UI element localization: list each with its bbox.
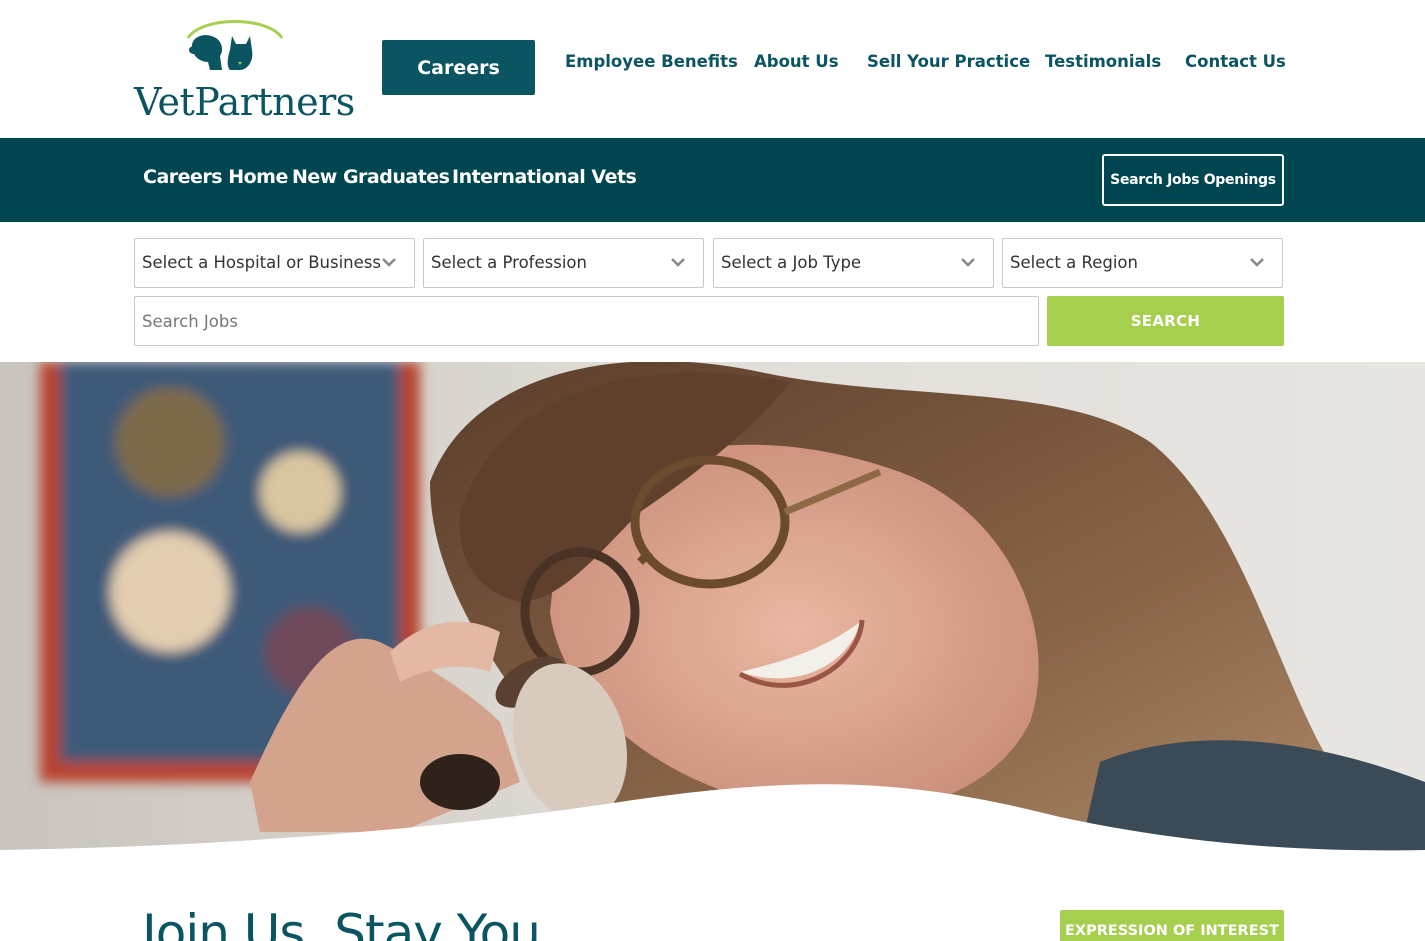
- nav-contact-us[interactable]: Contact Us: [1185, 52, 1286, 71]
- subnav-new-graduates[interactable]: New Graduates: [292, 166, 450, 188]
- job-type-select[interactable]: Select a Job Type: [713, 238, 994, 288]
- nav-sell-your-practice[interactable]: Sell Your Practice: [867, 52, 1030, 71]
- careers-button[interactable]: Careers: [382, 40, 535, 95]
- nav-employee-benefits[interactable]: Employee Benefits: [565, 52, 738, 71]
- nav-about-us[interactable]: About Us: [754, 52, 839, 71]
- chevron-down-icon: [382, 258, 396, 267]
- nav-testimonials[interactable]: Testimonials: [1045, 52, 1161, 71]
- pets-logo-icon: [186, 20, 284, 70]
- region-select-label: Select a Region: [1010, 253, 1138, 272]
- vetpartners-logo[interactable]: VetPartners: [134, 16, 355, 124]
- careers-subnav: Careers Home New Graduates International…: [0, 138, 1425, 222]
- search-button[interactable]: SEARCH: [1047, 296, 1284, 346]
- expression-of-interest-button[interactable]: EXPRESSION OF INTEREST: [1060, 910, 1284, 941]
- top-nav: Employee Benefits About Us Sell Your Pra…: [565, 52, 1286, 78]
- search-jobs-openings-button[interactable]: Search Jobs Openings: [1102, 154, 1284, 206]
- profession-select-label: Select a Profession: [431, 253, 587, 272]
- page-title: Join Us. Stay You: [142, 904, 541, 941]
- hero-image: [0, 362, 1425, 852]
- site-header: VetPartners Careers Employee Benefits Ab…: [0, 0, 1425, 138]
- hospital-select[interactable]: Select a Hospital or Business: [134, 238, 415, 288]
- hero-photo-icon: [0, 362, 1425, 852]
- job-filters: Select a Hospital or Business Select a P…: [0, 222, 1425, 362]
- chevron-down-icon: [671, 258, 685, 267]
- subnav-careers-home[interactable]: Careers Home: [143, 166, 288, 188]
- chevron-down-icon: [961, 258, 975, 267]
- search-jobs-input[interactable]: [134, 296, 1039, 346]
- chevron-down-icon: [1250, 258, 1264, 267]
- job-type-select-label: Select a Job Type: [721, 253, 862, 272]
- region-select[interactable]: Select a Region: [1002, 238, 1283, 288]
- brand-wordmark: VetPartners: [134, 80, 355, 124]
- subnav-international-vets[interactable]: International Vets: [452, 166, 637, 188]
- hospital-select-label: Select a Hospital or Business: [142, 253, 381, 272]
- profession-select[interactable]: Select a Profession: [423, 238, 704, 288]
